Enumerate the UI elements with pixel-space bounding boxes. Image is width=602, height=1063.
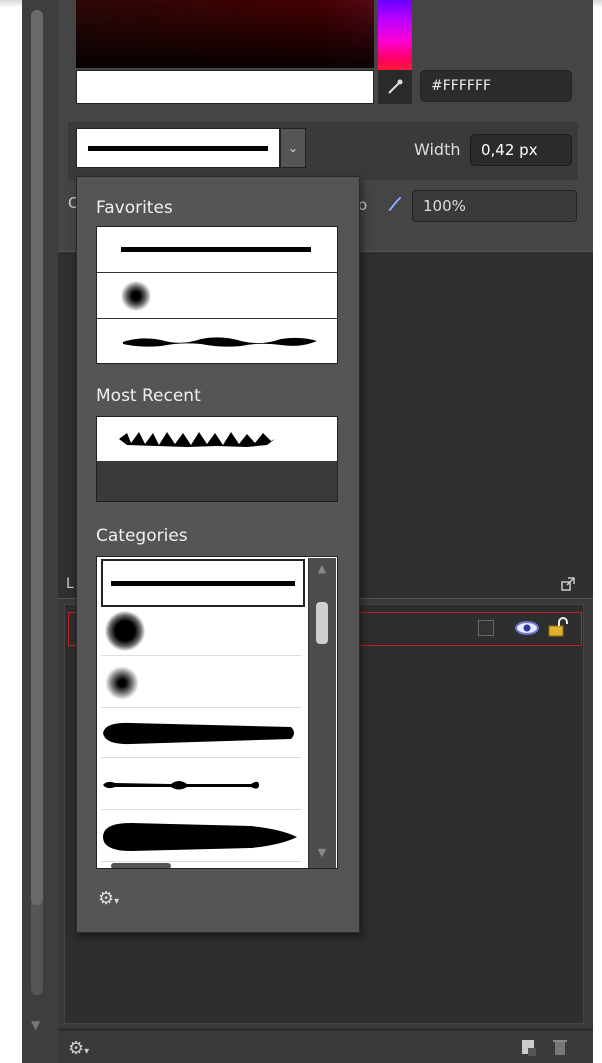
width-input[interactable]: 0,42 px [470, 134, 572, 166]
category-brush-solid[interactable] [101, 559, 305, 607]
brush-dropdown-button[interactable]: ⌄ [280, 128, 306, 168]
hex-color-input[interactable]: #FFFFFF [420, 70, 572, 102]
layers-header-trunc: L [66, 576, 74, 592]
left-scrollbar-thumb[interactable] [31, 10, 43, 905]
gear-icon: ⚙ [68, 1038, 85, 1059]
eyedropper-icon [388, 79, 403, 94]
eye-icon[interactable] [514, 618, 540, 638]
trash-icon[interactable] [552, 1038, 568, 1056]
category-brush-partial[interactable] [101, 861, 301, 868]
layer-select-checkbox[interactable] [478, 620, 494, 636]
categories-label: Categories [96, 526, 188, 546]
favorite-brush-solid[interactable] [97, 227, 337, 273]
category-brush-calligraphy[interactable] [101, 813, 301, 862]
favorite-brush-soft-round[interactable] [97, 273, 337, 319]
most-recent-list [96, 416, 338, 502]
category-brush-taper[interactable] [101, 709, 301, 758]
category-brush-soft-round[interactable] [101, 659, 301, 708]
categories-scroll-thumb[interactable] [316, 602, 328, 644]
lock-icon[interactable] [546, 616, 572, 638]
brush-icon [387, 195, 403, 213]
layers-gear-button[interactable]: ⚙▾ [68, 1038, 102, 1059]
brush-options-button[interactable]: ⚙▾ [98, 888, 138, 910]
chevron-down-icon: ▾ [114, 896, 120, 907]
new-layer-icon[interactable] [520, 1038, 538, 1056]
most-recent-label: Most Recent [96, 386, 201, 406]
category-brush-bone[interactable] [101, 761, 301, 810]
color-picker-shade [76, 0, 374, 68]
categories-list [96, 556, 338, 869]
chevron-down-icon: ⌄ [287, 141, 299, 155]
favorites-label: Favorites [96, 198, 173, 218]
current-color-swatch[interactable] [76, 70, 374, 104]
category-brush-hard-round[interactable] [101, 607, 301, 656]
scroll-down-icon[interactable]: ▼ [314, 846, 330, 862]
favorites-list [96, 226, 338, 364]
expand-icon[interactable] [560, 576, 576, 592]
brush-style-dropdown[interactable] [76, 128, 280, 168]
opacity-input[interactable]: 100% [412, 190, 577, 222]
scroll-up-icon[interactable]: ▲ [314, 562, 330, 578]
eyedropper-button[interactable] [378, 70, 412, 104]
recent-brush-charcoal[interactable] [97, 417, 337, 461]
favorite-brush-textured[interactable] [97, 319, 337, 364]
brush-style-preview [88, 145, 268, 151]
brush-opacity-toggle[interactable] [382, 190, 408, 216]
left-scroll-down-icon[interactable]: ▼ [31, 1018, 40, 1032]
layers-bottom-toolbar [58, 1030, 593, 1063]
chevron-down-icon: ▾ [84, 1046, 90, 1057]
width-label: Width [414, 140, 461, 159]
gear-icon: ⚙ [98, 888, 115, 909]
hue-slider[interactable] [378, 0, 412, 70]
